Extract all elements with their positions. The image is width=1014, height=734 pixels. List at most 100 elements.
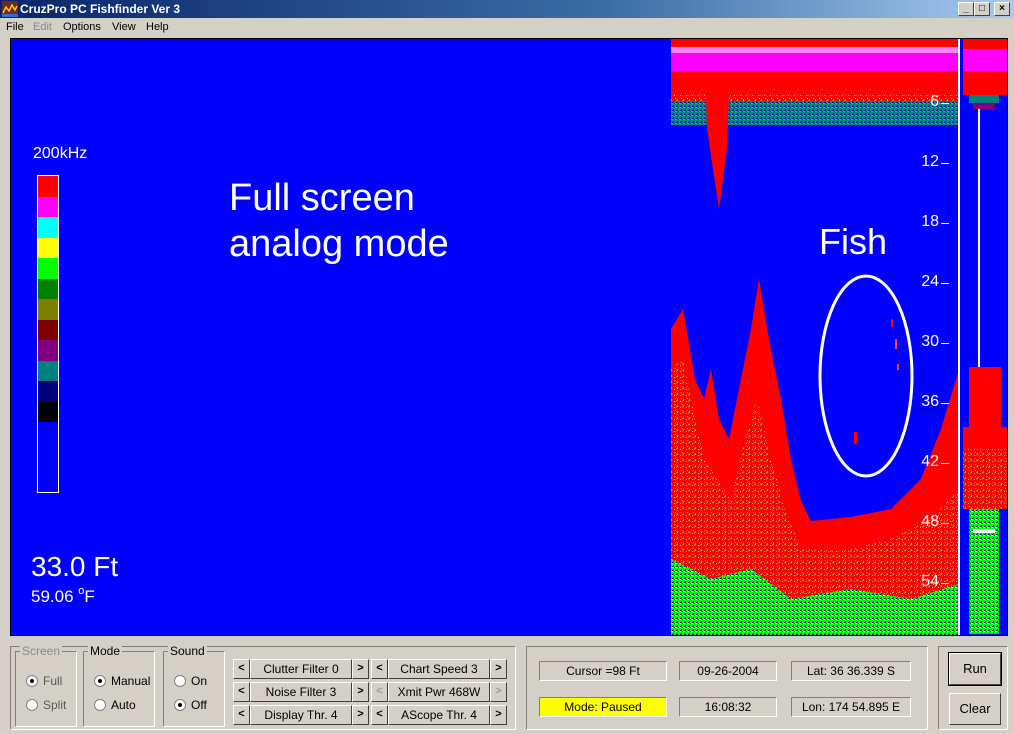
ascope-band-2 bbox=[963, 71, 1007, 95]
sound-group-title: Sound bbox=[168, 644, 207, 658]
surface-band-3 bbox=[671, 53, 959, 71]
depth-tick-label: 30 bbox=[899, 333, 949, 351]
surface-plume bbox=[706, 95, 729, 209]
run-button[interactable]: Run bbox=[948, 652, 1002, 686]
ascope-bottom-2 bbox=[963, 427, 1007, 449]
ascope-bottom-3 bbox=[963, 449, 1007, 509]
ascope-threshold-decrease[interactable]: < bbox=[371, 705, 388, 725]
display-threshold-stepper: < Display Thr. 4 > bbox=[233, 705, 369, 725]
chart-speed-decrease[interactable]: < bbox=[371, 659, 388, 679]
menu-options[interactable]: Options bbox=[63, 21, 101, 33]
screen-split-radio[interactable] bbox=[26, 699, 38, 711]
noise-filter-increase[interactable]: > bbox=[352, 682, 369, 702]
surface-band-4 bbox=[671, 71, 959, 95]
fish-mark-1 bbox=[854, 432, 857, 444]
fish-mark-3 bbox=[895, 339, 897, 349]
screen-full-option[interactable]: Full bbox=[26, 674, 62, 688]
menu-help[interactable]: Help bbox=[146, 21, 169, 33]
sound-off-option[interactable]: Off bbox=[174, 698, 207, 712]
chart-speed-label: Chart Speed 3 bbox=[388, 659, 490, 679]
depth-tick-label: 24 bbox=[899, 273, 949, 291]
mode-auto-radio[interactable] bbox=[94, 699, 106, 711]
clutter-filter-increase[interactable]: > bbox=[352, 659, 369, 679]
screen-split-label: Split bbox=[43, 698, 67, 712]
depth-tick-label: 54 bbox=[899, 573, 949, 591]
xmit-power-stepper: < Xmit Pwr 468W > bbox=[371, 682, 507, 702]
screen-full-radio[interactable] bbox=[26, 675, 38, 687]
sound-on-label: On bbox=[191, 674, 208, 688]
chart-speed-stepper: < Chart Speed 3 > bbox=[371, 659, 507, 679]
clear-button[interactable]: Clear bbox=[949, 693, 1001, 725]
depth-tick-label: 18 bbox=[899, 213, 949, 231]
noise-filter-stepper: < Noise Filter 3 > bbox=[233, 682, 369, 702]
noise-filter-decrease[interactable]: < bbox=[233, 682, 250, 702]
screen-group: Screen Full Split bbox=[15, 644, 77, 727]
ascope-band-1 bbox=[963, 49, 1007, 71]
menu-edit[interactable]: Edit bbox=[33, 21, 52, 33]
mode-manual-option[interactable]: Manual bbox=[94, 674, 150, 688]
date-status: 09-26-2004 bbox=[679, 661, 777, 681]
screen-split-option[interactable]: Split bbox=[26, 698, 66, 712]
menu-bar: File Edit Options View Help bbox=[0, 18, 1014, 38]
mode-auto-label: Auto bbox=[111, 698, 136, 712]
ascope-cursor-line bbox=[973, 529, 995, 533]
sound-group: Sound On Off bbox=[163, 644, 225, 727]
ascope-threshold-label: AScope Thr. 4 bbox=[388, 705, 490, 725]
title-bar: CruzPro PC Fishfinder Ver 3 _ □ × bbox=[0, 0, 1014, 18]
minimize-button[interactable]: _ bbox=[958, 2, 974, 16]
depth-tick-label: 6 bbox=[899, 93, 949, 111]
sound-off-label: Off bbox=[191, 698, 207, 712]
fish-circle bbox=[818, 274, 914, 478]
ascope-bottom-1 bbox=[969, 367, 1001, 427]
ascope-threshold-stepper: < AScope Thr. 4 > bbox=[371, 705, 507, 725]
depth-tick-label: 48 bbox=[899, 513, 949, 531]
status-panel: Cursor =98 Ft 09-26-2004 Lat: 36 36.339 … bbox=[526, 646, 928, 730]
display-threshold-increase[interactable]: > bbox=[352, 705, 369, 725]
fish-label: Fish bbox=[819, 221, 888, 262]
clutter-filter-label: Clutter Filter 0 bbox=[250, 659, 352, 679]
clutter-filter-decrease[interactable]: < bbox=[233, 659, 250, 679]
ascope-top bbox=[963, 39, 1007, 49]
ascope-bottom-4 bbox=[969, 509, 999, 634]
sonar-display[interactable]: 200kHz Full screen analog mode 33.0 Ft 5… bbox=[10, 38, 1008, 636]
maximize-button[interactable]: □ bbox=[974, 2, 990, 16]
latitude-status: Lat: 36 36.339 S bbox=[791, 661, 911, 681]
chart-speed-increase[interactable]: > bbox=[490, 659, 507, 679]
mode-auto-option[interactable]: Auto bbox=[94, 698, 136, 712]
depth-tick-label: 36 bbox=[899, 393, 949, 411]
app-icon bbox=[2, 1, 18, 17]
menu-file[interactable]: File bbox=[6, 21, 24, 33]
screen-group-title: Screen bbox=[20, 644, 63, 658]
display-threshold-decrease[interactable]: < bbox=[233, 705, 250, 725]
fish-mark-2 bbox=[891, 319, 893, 327]
cursor-status: Cursor =98 Ft bbox=[539, 661, 667, 681]
ascope-band-4 bbox=[973, 103, 995, 109]
mode-status: Mode: Paused bbox=[539, 697, 667, 717]
depth-tick-label: 42 bbox=[899, 453, 949, 471]
mode-group-title: Mode bbox=[88, 644, 123, 658]
surface-band-2 bbox=[671, 47, 959, 53]
longitude-status: Lon: 174 54.895 E bbox=[791, 697, 911, 717]
menu-view[interactable]: View bbox=[112, 21, 136, 33]
sound-on-radio[interactable] bbox=[174, 675, 186, 687]
clutter-filter-stepper: < Clutter Filter 0 > bbox=[233, 659, 369, 679]
xmit-power-increase[interactable]: > bbox=[490, 682, 507, 702]
ascope-threshold-increase[interactable]: > bbox=[490, 705, 507, 725]
close-button[interactable]: × bbox=[994, 2, 1010, 16]
sound-off-radio[interactable] bbox=[174, 699, 186, 711]
mode-manual-label: Manual bbox=[111, 674, 151, 688]
sonar-echogram bbox=[671, 39, 1007, 635]
sound-on-option[interactable]: On bbox=[174, 674, 207, 688]
time-status: 16:08:32 bbox=[679, 697, 777, 717]
xmit-power-decrease[interactable]: < bbox=[371, 682, 388, 702]
fish-mark-4 bbox=[897, 364, 899, 370]
mode-group: Mode Manual Auto bbox=[83, 644, 155, 727]
window-title: CruzPro PC Fishfinder Ver 3 bbox=[20, 2, 181, 16]
ascope-band-3 bbox=[969, 95, 999, 103]
action-panel: Run Clear bbox=[938, 646, 1008, 730]
xmit-power-label: Xmit Pwr 468W bbox=[388, 682, 490, 702]
mode-manual-radio[interactable] bbox=[94, 675, 106, 687]
control-panel: Screen Full Split Mode Manual Auto Sound… bbox=[10, 644, 516, 730]
display-threshold-label: Display Thr. 4 bbox=[250, 705, 352, 725]
depth-tick-label: 12 bbox=[899, 153, 949, 171]
